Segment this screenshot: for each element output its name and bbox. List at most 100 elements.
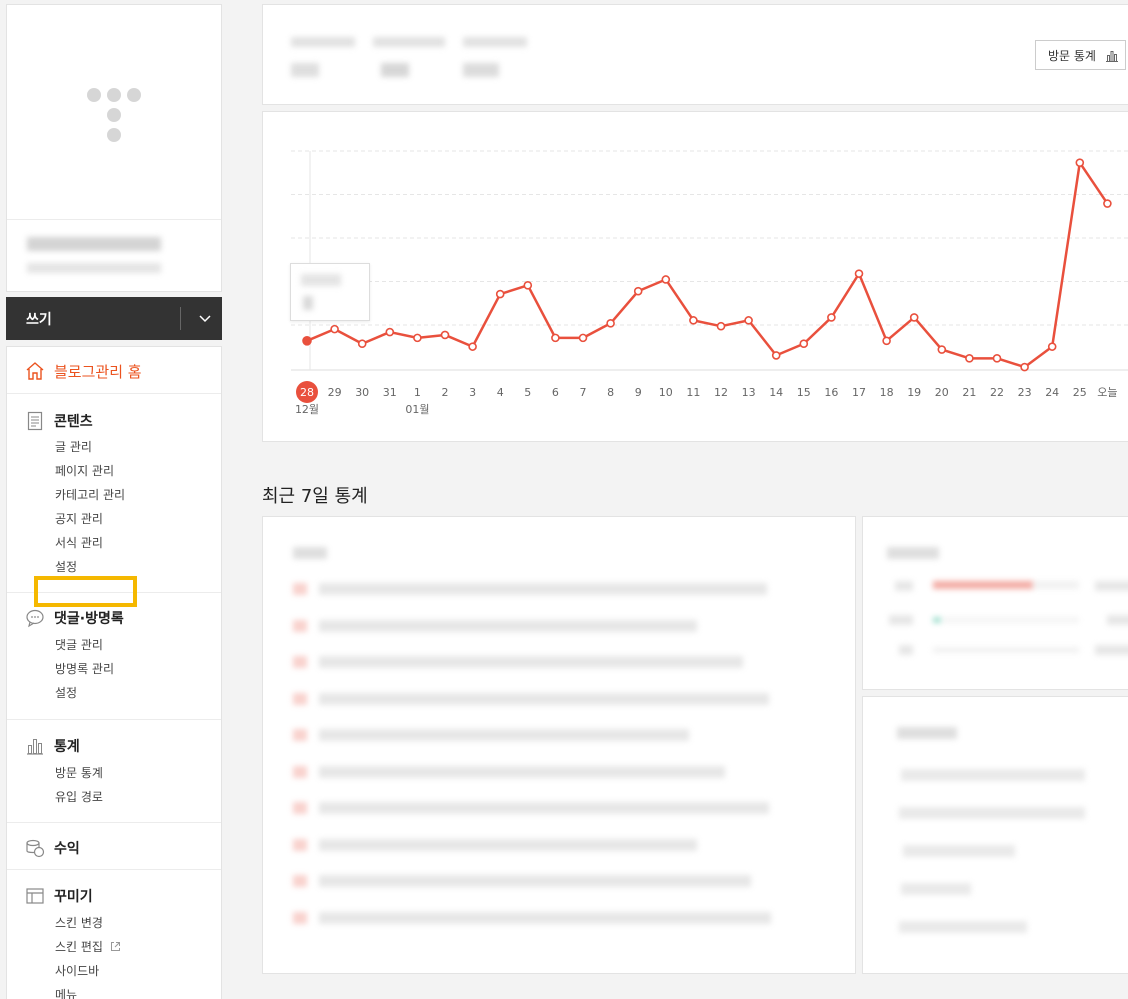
- bar-chart-icon: [25, 736, 45, 756]
- post-rank-marker: [293, 875, 307, 887]
- data-point: [937, 345, 947, 354]
- write-label: 쓰기: [26, 312, 52, 328]
- menu-item-referrers[interactable]: 유입 경로: [55, 788, 103, 805]
- data-point: [799, 339, 809, 349]
- data-point: [882, 336, 891, 346]
- visit-summary: 방문 통계: [262, 4, 1128, 105]
- admin-menu: 블로그관리 홈 콘텐츠 글 관리 페이지 관리 카테고리 관리 공지 관리 서식…: [6, 346, 222, 999]
- menu-item-comments-settings[interactable]: 설정: [55, 684, 77, 701]
- post-rank-marker: [293, 692, 307, 705]
- month-label: 12월: [295, 403, 319, 416]
- document-icon: [25, 411, 45, 431]
- progress-bar: [933, 617, 941, 623]
- post-title-redacted[interactable]: [319, 583, 767, 595]
- summary-redacted: [463, 37, 527, 47]
- x-tick-label: 3: [469, 386, 476, 399]
- data-point: [689, 316, 698, 325]
- post-title-redacted[interactable]: [319, 729, 689, 741]
- x-tick-label: 13: [742, 386, 756, 399]
- skin-edit-label: 스킨 편집: [55, 940, 103, 954]
- write-button[interactable]: 쓰기: [6, 297, 222, 340]
- chevron-down-icon[interactable]: [192, 305, 218, 331]
- keyword-redacted: [903, 845, 1015, 857]
- menu-stats-title: 통계: [54, 739, 80, 755]
- post-rank-marker: [293, 911, 307, 924]
- post-title-redacted[interactable]: [319, 911, 771, 924]
- row-label-redacted: [895, 581, 913, 591]
- post-title-redacted[interactable]: [319, 765, 725, 778]
- row-value-redacted: [1095, 645, 1128, 655]
- menu-item-pages[interactable]: 페이지 관리: [55, 462, 114, 479]
- data-point: [330, 324, 339, 334]
- keyword-redacted: [901, 883, 971, 895]
- progress-track: [943, 617, 1079, 623]
- menu-stats: 통계 방문 통계 유입 경로: [7, 720, 221, 823]
- post-title-redacted[interactable]: [319, 656, 743, 668]
- series-line: [306, 161, 1109, 369]
- data-point: [468, 342, 477, 351]
- x-tick-label: 14: [769, 386, 783, 399]
- post-title-redacted[interactable]: [319, 692, 769, 705]
- data-point: [992, 354, 1002, 363]
- menu-item-skin-edit[interactable]: 스킨 편집: [55, 938, 121, 955]
- keyword-redacted: [899, 807, 1085, 819]
- data-point: [744, 316, 753, 325]
- avatar-dot: [107, 88, 121, 102]
- x-tick-label: 8: [607, 386, 614, 399]
- visit-chart-card: 28 29 30 31 1 2 3 4 5 6 7 8 9 10 11 12 13 14 15 16 17 18 19 20 2…: [262, 111, 1128, 442]
- data-point: [633, 286, 643, 296]
- data-point: [1103, 199, 1112, 208]
- menu-item-comments[interactable]: 댓글 관리: [55, 636, 103, 653]
- data-point: [523, 281, 533, 290]
- menu-item-categories[interactable]: 카테고리 관리: [55, 486, 125, 503]
- menu-item-posts[interactable]: 글 관리: [55, 438, 92, 455]
- x-tick-label: 12: [714, 386, 728, 399]
- menu-item-templates[interactable]: 서식 관리: [55, 534, 103, 551]
- x-tick-label: 5: [524, 386, 531, 399]
- post-title-redacted[interactable]: [319, 875, 751, 887]
- menu-comments-title: 댓글·방명록: [54, 611, 124, 627]
- visit-stats-button[interactable]: 방문 통계: [1035, 40, 1126, 70]
- x-tick-label: 31: [383, 386, 397, 399]
- menu-item-menu[interactable]: 메뉴: [55, 986, 77, 999]
- menu-item-guestbook[interactable]: 방명록 관리: [55, 660, 114, 677]
- row-value-redacted: [1095, 581, 1128, 591]
- menu-item-skin-change[interactable]: 스킨 변경: [55, 914, 103, 931]
- menu-item-visit-stats[interactable]: 방문 통계: [55, 764, 103, 781]
- blog-name-redacted: [27, 237, 161, 251]
- data-point: [495, 289, 505, 299]
- data-point: [302, 336, 312, 346]
- data-point: [606, 318, 615, 328]
- menu-decorate-title: 꾸미기: [54, 889, 93, 905]
- avatar-dot: [107, 108, 121, 122]
- keyword-redacted: [899, 921, 1027, 933]
- menu-home[interactable]: 블로그관리 홈: [7, 347, 221, 394]
- menu-comments: 댓글·방명록 댓글 관리 방명록 관리 설정: [7, 593, 221, 720]
- row-label-redacted: [899, 645, 913, 655]
- data-point: [357, 339, 367, 349]
- menu-revenue[interactable]: 수익: [7, 823, 221, 870]
- post-title-redacted[interactable]: [319, 802, 769, 814]
- data-point: [854, 269, 864, 278]
- menu-contents: 콘텐츠 글 관리 페이지 관리 카테고리 관리 공지 관리 서식 관리 설정: [7, 394, 221, 607]
- write-divider: [180, 307, 181, 330]
- x-tick-label: 11: [686, 386, 700, 399]
- keyword-redacted: [901, 769, 1085, 781]
- card-title-redacted: [293, 547, 327, 559]
- data-point: [578, 333, 588, 343]
- progress-track: [933, 647, 1079, 653]
- x-tick-label: 18: [880, 386, 894, 399]
- keywords-card: [862, 696, 1128, 974]
- menu-item-notices[interactable]: 공지 관리: [55, 510, 103, 527]
- avatar-dot: [127, 88, 141, 102]
- x-tick-label: 오늘: [1097, 386, 1117, 399]
- menu-item-contents-settings[interactable]: 설정: [55, 558, 77, 575]
- profile-avatar[interactable]: [7, 5, 221, 220]
- visit-stats-button-label: 방문 통계: [1048, 48, 1096, 63]
- menu-item-sidebar[interactable]: 사이드바: [55, 962, 99, 979]
- post-title-redacted[interactable]: [319, 619, 697, 632]
- bar-chart-icon: [1106, 51, 1118, 62]
- x-tick-label: 23: [1018, 386, 1032, 399]
- post-title-redacted[interactable]: [319, 838, 697, 851]
- data-point: [440, 330, 450, 340]
